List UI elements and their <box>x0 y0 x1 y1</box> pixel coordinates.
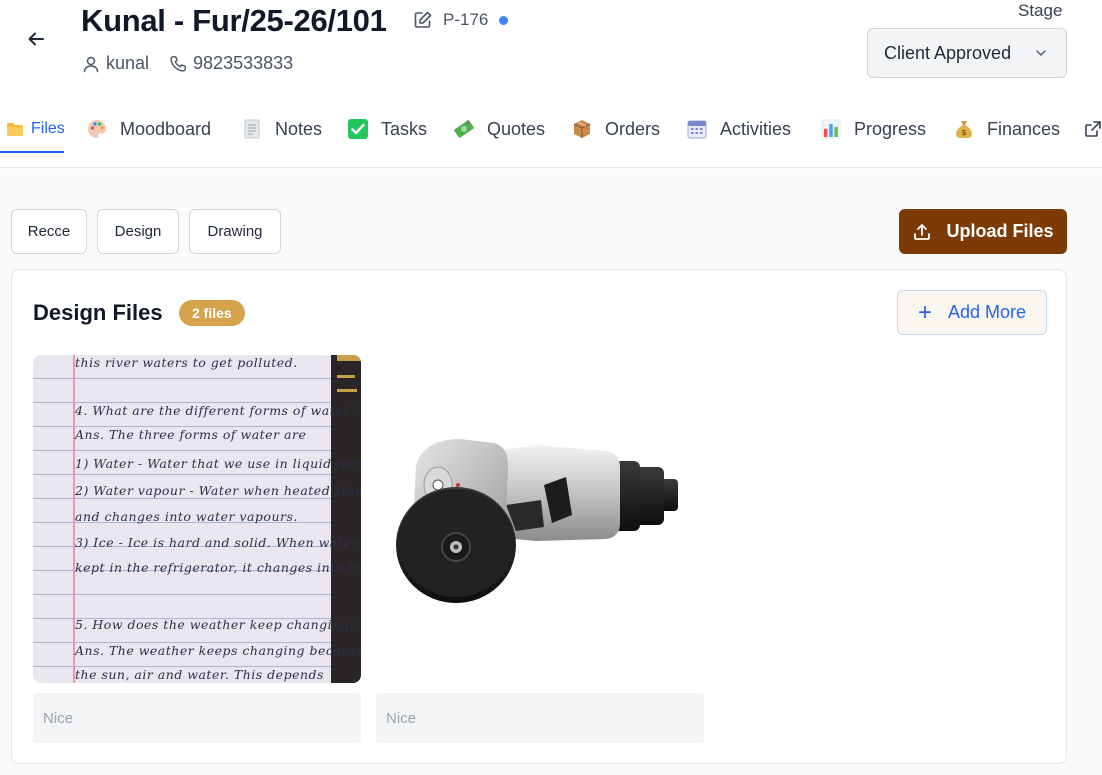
tab-label: Quotes <box>487 118 546 139</box>
phone-icon <box>170 55 186 72</box>
tab-notes[interactable]: Notes <box>241 104 322 154</box>
tab-label: Orders <box>605 118 661 139</box>
file-count-badge: 2 files <box>179 300 245 326</box>
filter-design-button[interactable]: Design <box>97 209 179 254</box>
tab-quotes[interactable]: Quotes <box>453 104 545 154</box>
notebook-line: kept in the refrigerator, it changes int… <box>75 560 361 575</box>
package-icon <box>571 118 593 140</box>
tab-label: Finances <box>987 118 1061 139</box>
tab-orders[interactable]: Orders <box>571 104 660 154</box>
filter-recce-button[interactable]: Recce <box>11 209 87 254</box>
stage-label: Stage <box>1018 1 1063 20</box>
project-header: Kunal - Fur/25-26/101 P-176 kunal 982353… <box>0 0 1102 100</box>
checkbox-icon <box>347 118 369 140</box>
tab-finances[interactable]: $ Finances <box>953 104 1060 154</box>
external-link-icon <box>1082 118 1102 140</box>
tab-label: Progress <box>854 118 927 139</box>
calendar-icon <box>686 118 708 140</box>
notepad-icon <box>241 118 263 140</box>
notebook-line: 5. How does the weather keep changing? <box>75 617 357 632</box>
notebook-line: 2) Water vapour - Water when heated slow… <box>75 483 361 498</box>
palette-icon <box>86 118 108 140</box>
money-bag-icon: $ <box>953 118 975 140</box>
file-thumbnail-angle-grinder[interactable] <box>376 355 704 683</box>
money-icon <box>453 118 475 140</box>
file-caption-input[interactable] <box>376 693 704 743</box>
upload-files-button[interactable]: Upload Files <box>899 209 1067 254</box>
notebook-line: 1) Water - Water that we use in liquid f… <box>75 456 361 471</box>
notebook-line: Ans. The weather keeps changing because … <box>75 643 361 658</box>
chevron-down-icon <box>1036 50 1046 56</box>
tab-activities[interactable]: Activities <box>686 104 791 154</box>
svg-text:$: $ <box>961 128 967 137</box>
angle-grinder-photo <box>396 439 678 603</box>
panel-title: Design Files <box>33 300 163 325</box>
notebook-line: the sun, air and water. This depends <box>75 667 324 682</box>
tab-moodboard[interactable]: Moodboard <box>86 104 211 154</box>
tab-label: Notes <box>275 118 323 139</box>
folder-icon <box>5 118 25 140</box>
active-tab-indicator <box>0 151 64 153</box>
notebook-line: 3) Ice - Ice is hard and solid. When wat… <box>75 535 361 550</box>
back-arrow-icon[interactable] <box>24 27 48 51</box>
files-content: Recce Design Drawing Upload Files Design… <box>0 169 1102 775</box>
tab-bar: Files Moodboard Notes Tasks Quotes Order… <box>0 104 1102 168</box>
stage-value: Client Approved <box>884 42 1012 63</box>
bar-chart-icon <box>820 118 842 140</box>
add-more-button[interactable]: + Add More <box>897 290 1047 335</box>
tab-label: Activities <box>720 118 792 139</box>
notebook-line: and changes into water vapours. <box>75 509 298 524</box>
tab-label: Tasks <box>381 118 428 139</box>
tab-overflow-external[interactable] <box>1082 104 1102 154</box>
upload-icon <box>914 223 931 240</box>
design-files-panel: Design Files 2 files + Add More this riv… <box>11 269 1067 764</box>
notebook-photo: this river waters to get polluted. 4. Wh… <box>33 355 361 683</box>
notebook-line: 4. What are the different forms of water… <box>75 403 357 418</box>
file-caption-input[interactable] <box>33 693 361 743</box>
project-code: P-176 <box>443 10 489 29</box>
tab-label: Moodboard <box>120 118 212 139</box>
client-phone: 9823533833 <box>193 53 294 73</box>
stage-dropdown[interactable]: Client Approved <box>867 28 1067 78</box>
tab-label: Files <box>31 120 65 137</box>
notebook-line: Ans. The three forms of water are <box>75 427 307 442</box>
user-icon <box>83 56 99 72</box>
file-thumbnail-notebook[interactable]: this river waters to get polluted. 4. Wh… <box>33 355 361 683</box>
upload-files-label: Upload Files <box>946 221 1054 241</box>
notebook-line: this river waters to get polluted. <box>75 355 298 370</box>
client-info: kunal 9823533833 <box>82 53 293 74</box>
add-more-label: Add More <box>947 302 1027 322</box>
client-name: kunal <box>106 53 150 73</box>
filter-drawing-button[interactable]: Drawing <box>189 209 281 254</box>
plus-icon: + <box>917 298 932 326</box>
tab-tasks[interactable]: Tasks <box>347 104 427 154</box>
page-title: Kunal - Fur/25-26/101 <box>81 3 387 38</box>
status-dot <box>499 16 508 25</box>
edit-icon[interactable] <box>413 10 433 30</box>
tab-progress[interactable]: Progress <box>820 104 926 154</box>
tab-files[interactable]: Files <box>5 104 65 154</box>
